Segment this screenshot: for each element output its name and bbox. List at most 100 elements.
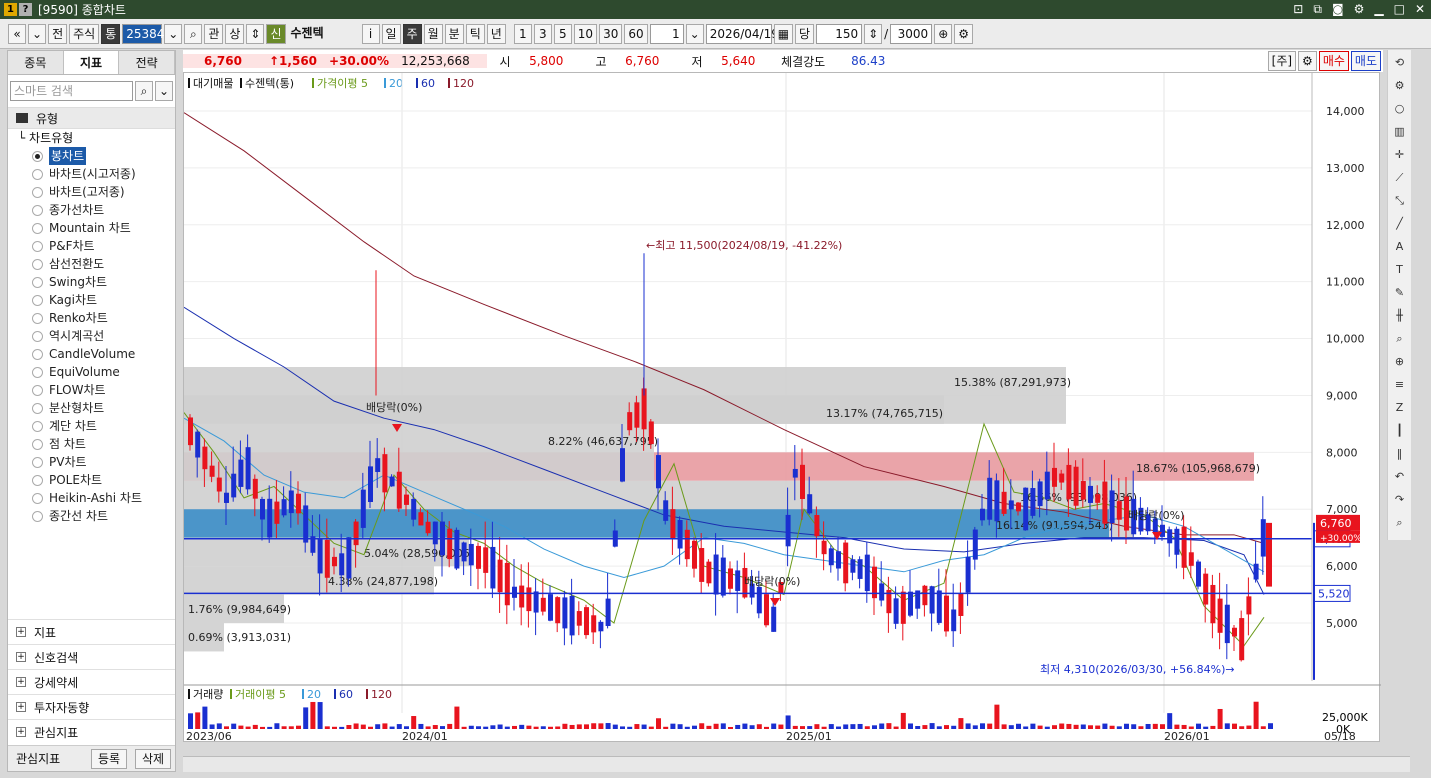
expand-icon[interactable]: + — [16, 702, 26, 712]
radio-icon[interactable] — [32, 240, 43, 252]
sang-button[interactable]: 상 — [225, 23, 245, 44]
buy-button[interactable]: 매수 — [1318, 51, 1349, 71]
chart-type-item[interactable]: EquiVolume — [18, 363, 175, 381]
interval-60[interactable]: 60 — [624, 23, 648, 44]
radio-icon[interactable] — [32, 312, 43, 324]
line-icon[interactable]: ⟋ — [1391, 169, 1409, 187]
gwan-button[interactable]: 관 — [204, 23, 224, 44]
period-month[interactable]: 월 — [423, 23, 443, 44]
search-icon[interactable]: ⌕ — [134, 81, 153, 101]
section-type[interactable]: 유형 — [8, 107, 175, 129]
nav-prev-button[interactable]: « — [8, 23, 26, 44]
chart-type-item[interactable]: CandleVolume — [18, 345, 175, 363]
refresh-icon[interactable]: ⟲ — [1391, 54, 1409, 72]
chart-type-item[interactable]: 바차트(고저종) — [18, 183, 175, 201]
calendar-icon[interactable]: ▦ — [773, 23, 794, 44]
chart-type-item[interactable]: FLOW차트 — [18, 381, 175, 399]
ray-icon[interactable]: ⤡ — [1391, 192, 1409, 210]
zoom-icon[interactable]: ⊕ — [934, 23, 953, 44]
ju-button[interactable]: [주] — [1267, 51, 1297, 71]
chart-type-item[interactable]: 계단 차트 — [18, 417, 175, 435]
section-row[interactable]: + 신호검색 — [8, 644, 175, 669]
link-icon[interactable]: ⊡ — [1293, 2, 1303, 17]
grid-icon[interactable]: ‖ — [1391, 445, 1409, 463]
radio-icon[interactable] — [32, 438, 43, 450]
chart-type-item[interactable]: Mountain 차트 — [18, 219, 175, 237]
spin-icon[interactable]: ⇕ — [246, 23, 265, 44]
radio-icon[interactable] — [32, 474, 43, 486]
chart-type-item[interactable]: 역시계곡선 — [18, 327, 175, 345]
collapse-icon[interactable]: ⌄ — [154, 81, 173, 101]
expand-icon[interactable]: + — [16, 727, 26, 737]
radio-icon[interactable] — [32, 204, 43, 216]
period-minute[interactable]: 분 — [444, 23, 464, 44]
redo-icon[interactable]: ↷ — [1391, 491, 1409, 509]
chart-type-item[interactable]: 점 차트 — [18, 435, 175, 453]
tree-root[interactable]: └ 차트유형 — [18, 129, 175, 147]
settings-icon[interactable]: ⚙ — [1391, 77, 1409, 95]
radio-icon[interactable] — [32, 186, 43, 198]
maximize-icon[interactable]: □ — [1394, 2, 1405, 17]
period-year[interactable]: 년 — [486, 23, 506, 44]
section-row[interactable]: + 관심지표 — [8, 719, 175, 744]
interval-30[interactable]: 30 — [599, 23, 623, 44]
radio-icon[interactable] — [32, 222, 43, 234]
section-row[interactable]: + 지표 — [8, 619, 175, 644]
radio-icon[interactable] — [32, 348, 43, 360]
chart-type-item[interactable]: Kagi차트 — [18, 291, 175, 309]
camera-icon[interactable]: ◙ — [1332, 2, 1344, 17]
radio-icon[interactable] — [32, 384, 43, 396]
max-input[interactable]: 3000 — [890, 23, 933, 44]
nav-down-button[interactable]: ⌄ — [28, 23, 47, 44]
radio-icon[interactable] — [32, 456, 43, 468]
chart-type-item[interactable]: P&F차트 — [18, 237, 175, 255]
tab-stock[interactable]: 종목 — [8, 51, 64, 74]
gear-icon[interactable]: ⚙ — [1354, 2, 1365, 17]
chart-type-item[interactable]: 바차트(시고저종) — [18, 165, 175, 183]
info-button[interactable]: i — [361, 23, 380, 44]
undo-icon[interactable]: ↶ — [1391, 468, 1409, 486]
chart-type-item[interactable]: 분산형차트 — [18, 399, 175, 417]
search-icon[interactable]: ⌕ — [1391, 514, 1409, 532]
bars-icon[interactable]: ┃ — [1391, 422, 1409, 440]
radio-icon[interactable] — [32, 492, 43, 504]
tab-strategy[interactable]: 전략 — [119, 51, 176, 74]
search-icon[interactable]: ⌕ — [184, 23, 203, 44]
code-input[interactable]: 253840 — [122, 23, 172, 44]
fib-icon[interactable]: ≡ — [1391, 376, 1409, 394]
radio-icon[interactable] — [32, 276, 43, 288]
expand-icon[interactable]: + — [16, 677, 26, 687]
help-icon[interactable]: ? — [19, 3, 32, 16]
chart-type-item[interactable]: Swing차트 — [18, 273, 175, 291]
z-icon[interactable]: Z — [1391, 399, 1409, 417]
chart-type-item[interactable]: POLE차트 — [18, 471, 175, 489]
chart-area[interactable]: 대기매물 수젠텍(통) 가격이평 5 20 60 120 15.38% (87,291,97… — [183, 72, 1381, 743]
crosshair-icon[interactable]: ✛ — [1391, 146, 1409, 164]
copy-icon[interactable]: ⧉ — [1313, 2, 1322, 17]
fav-register-button[interactable]: 등록 — [91, 748, 127, 769]
tong-button[interactable]: 통 — [101, 23, 121, 44]
chart-type-item[interactable]: Heikin-Ashi 차트 — [18, 489, 175, 507]
radio-icon[interactable] — [32, 510, 43, 522]
count-input[interactable]: 1 — [649, 23, 684, 44]
sell-button[interactable]: 매도 — [1350, 51, 1381, 71]
interval-1[interactable]: 1 — [513, 23, 532, 44]
market-select[interactable]: 주식 — [69, 23, 100, 44]
chart-type-item[interactable]: Renko차트 — [18, 309, 175, 327]
magnifier-icon[interactable]: ⌕ — [1391, 330, 1409, 348]
period-tick[interactable]: 틱 — [465, 23, 485, 44]
interval-3[interactable]: 3 — [533, 23, 552, 44]
zoom-icon[interactable]: ⊕ — [1391, 353, 1409, 371]
pen-icon[interactable]: ✎ — [1391, 284, 1409, 302]
close-icon[interactable]: ✕ — [1415, 2, 1425, 17]
count-dropdown-icon[interactable]: ⌄ — [685, 23, 704, 44]
chart-type-item[interactable]: 봉차트 — [18, 147, 175, 165]
date-input[interactable]: 2026/04/19 — [705, 23, 779, 44]
radio-icon[interactable] — [32, 294, 43, 306]
interval-10[interactable]: 10 — [573, 23, 598, 44]
auto-icon[interactable]: A — [1391, 238, 1409, 256]
chart-type-item[interactable]: 종가선차트 — [18, 201, 175, 219]
gear-icon[interactable]: ⚙ — [1298, 51, 1317, 71]
section-row[interactable]: + 투자자동향 — [8, 694, 175, 719]
code-dropdown-icon[interactable]: ⌄ — [164, 23, 183, 44]
